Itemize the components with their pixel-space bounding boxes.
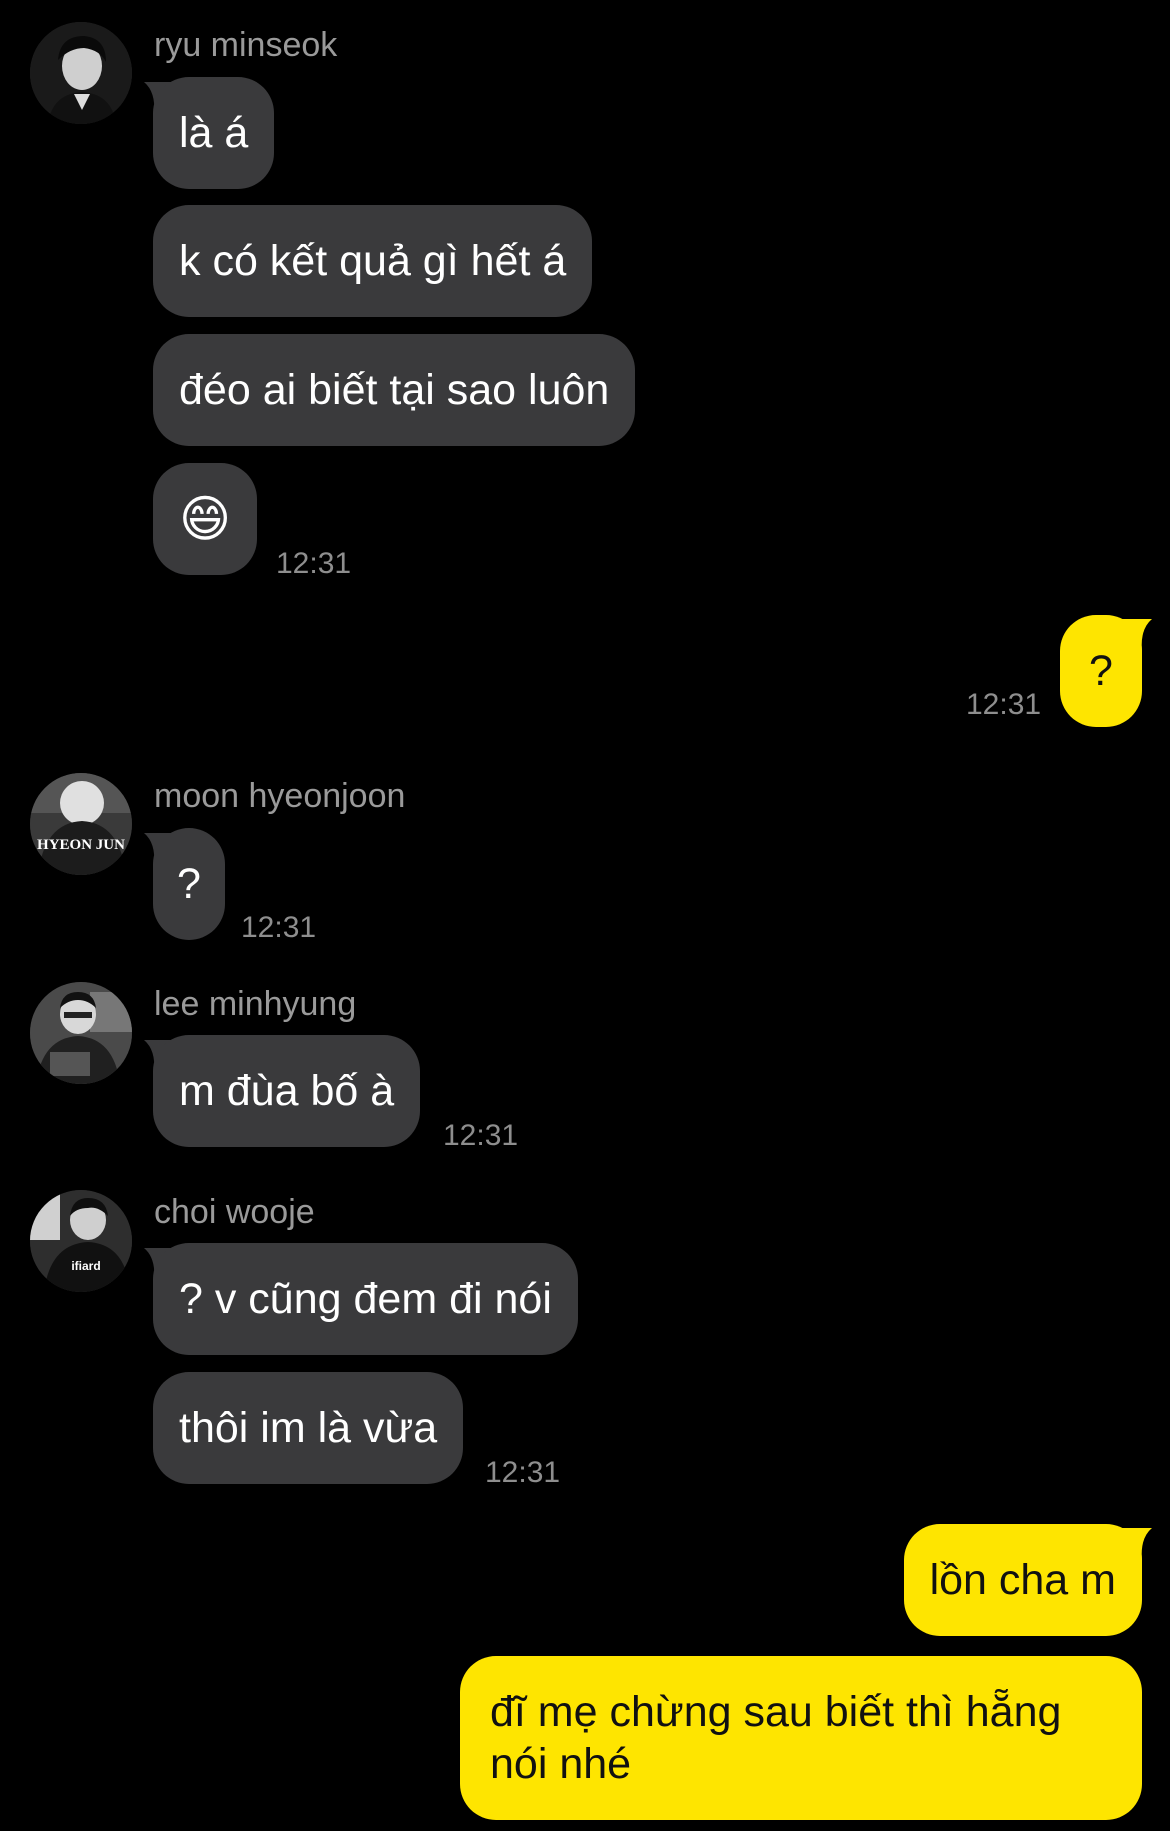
sender-name: moon hyeonjoon	[154, 777, 406, 815]
message-time: 12:31	[276, 547, 352, 580]
message-bubble[interactable]: m đùa bố à	[153, 1035, 421, 1147]
message-time: 12:31	[443, 1119, 519, 1152]
emoji-bubble[interactable]: 😄	[153, 463, 258, 575]
avatar-lee-minhyung[interactable]	[30, 982, 132, 1084]
my-message-bubble[interactable]: đĩ mẹ chừng sau biết thì hẵng nói nhé	[460, 1656, 1142, 1820]
message-bubble[interactable]: ? v cũng đem đi nói	[153, 1243, 578, 1355]
message-time: 12:31	[485, 1456, 561, 1489]
message-bubble[interactable]: là á	[153, 77, 275, 189]
avatar-jersey-text: HYEON JUN	[37, 837, 125, 853]
sender-name: ryu minseok	[154, 26, 338, 64]
avatar-moon-hyeonjoon[interactable]: HYEON JUN	[30, 773, 132, 875]
message-bubble[interactable]: đéo ai biết tại sao luôn	[153, 334, 636, 446]
sender-name: choi wooje	[154, 1193, 315, 1231]
message-bubble[interactable]: ?	[153, 828, 225, 940]
svg-text:ifiard: ifiard	[71, 1259, 100, 1273]
message-time: 12:31	[966, 688, 1042, 721]
message-bubble[interactable]: k có kết quả gì hết á	[153, 205, 593, 317]
sender-name: lee minhyung	[154, 985, 357, 1023]
message-time: 12:31	[241, 911, 317, 944]
bubble-tail	[1120, 1528, 1152, 1560]
avatar-ryu-minseok[interactable]	[30, 22, 132, 124]
avatar-choi-wooje[interactable]: ifiard	[30, 1190, 132, 1292]
my-message-bubble[interactable]: lồn cha m	[903, 1524, 1142, 1636]
bubble-tail	[1120, 619, 1152, 651]
message-bubble[interactable]: thôi im là vừa	[153, 1372, 464, 1484]
chat-window[interactable]: ryu minseok là á k có kết quả gì hết á đ…	[0, 0, 1170, 1831]
